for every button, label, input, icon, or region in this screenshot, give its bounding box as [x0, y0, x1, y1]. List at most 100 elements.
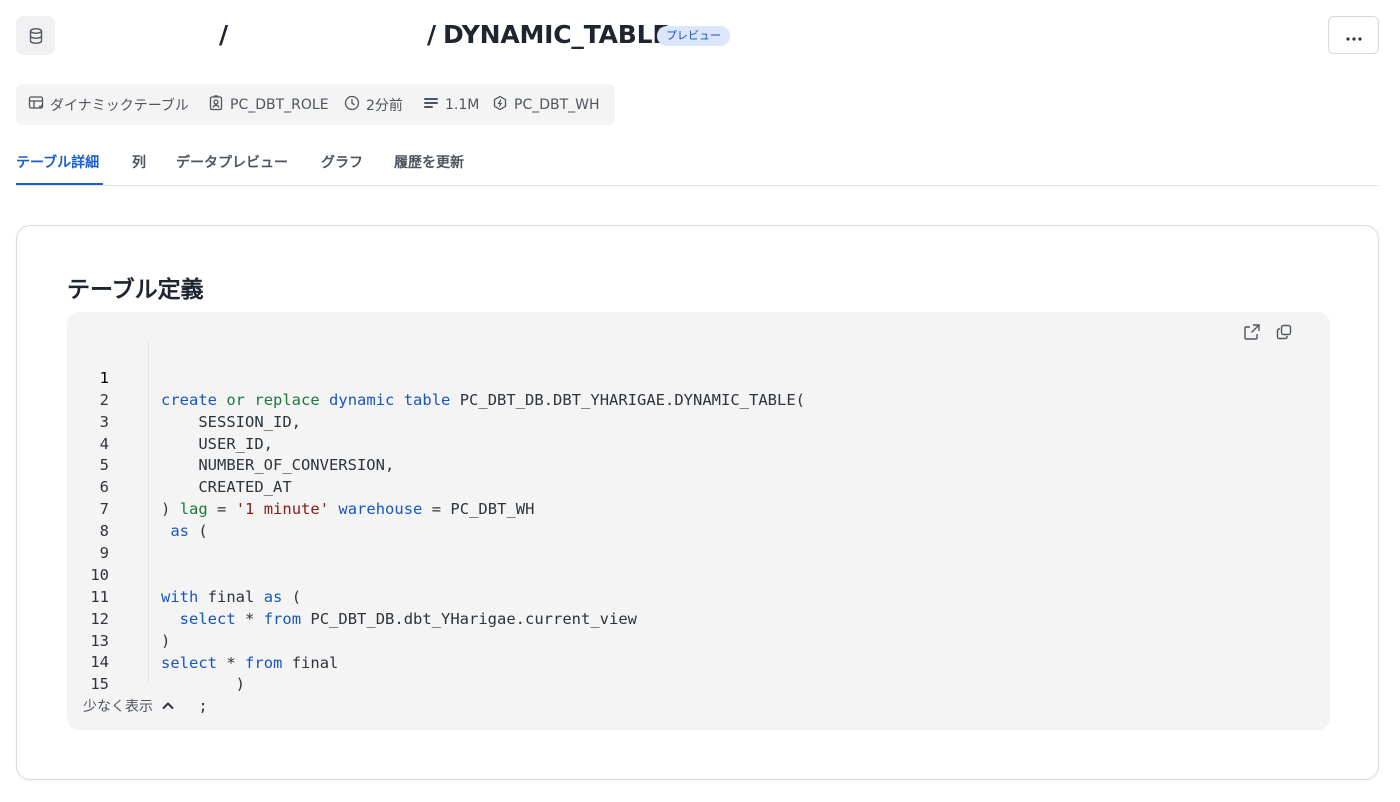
- preview-badge: プレビュー: [657, 26, 730, 46]
- code-line: 3 USER_ID,: [67, 390, 273, 453]
- copy-code-button[interactable]: [1274, 324, 1294, 344]
- code-text: ): [161, 674, 245, 696]
- code-token: PC_DBT_WH: [450, 500, 535, 519]
- code-text: select * from PC_DBT_DB.dbt_YHarigae.cur…: [161, 609, 637, 631]
- code-toolbar: [1242, 324, 1294, 344]
- code-text: select * from final: [161, 653, 338, 675]
- page-title: DYNAMIC_TABLE: [443, 20, 670, 49]
- meta-role: PC_DBT_ROLE: [208, 84, 329, 125]
- meta-role-label: PC_DBT_ROLE: [230, 96, 329, 113]
- table-metadata-bar: ダイナミックテーブル PC_DBT_ROLE 2分前 1.1M PC_DBT_W…: [16, 84, 615, 125]
- meta-warehouse: PC_DBT_WH: [492, 84, 600, 125]
- code-token: PC_DBT_DB.DBT_YHARIGAE.DYNAMIC_TABLE(: [459, 390, 805, 409]
- code-line: 12 ): [67, 587, 170, 650]
- meta-rows-label: 1.1M: [445, 96, 480, 113]
- rows-icon: [423, 95, 439, 115]
- code-token: ): [161, 500, 171, 519]
- code-text: ) lag = '1 minute' warehouse = PC_DBT_WH: [161, 499, 534, 521]
- code-text: with final as (: [161, 587, 301, 609]
- code-line: 6 ) lag = '1 minute' warehouse = PC_DBT_…: [67, 455, 535, 518]
- code-token: dynamic: [329, 390, 395, 409]
- open-external-icon: [1243, 323, 1261, 345]
- code-token: with: [161, 587, 199, 606]
- code-token: from: [263, 609, 302, 628]
- code-token: or: [226, 390, 246, 409]
- meta-updated: 2分前: [344, 84, 403, 125]
- meta-updated-label: 2分前: [366, 97, 403, 114]
- code-token: select: [179, 609, 236, 628]
- code-line: 5 CREATED_AT: [67, 434, 292, 496]
- code-token: CREATED_AT: [198, 478, 292, 497]
- code-token: (: [291, 587, 302, 606]
- section-title: テーブル定義: [67, 277, 204, 303]
- more-horizontal-icon: [1345, 26, 1362, 45]
- code-token: '1 minute': [235, 500, 330, 519]
- show-less-button[interactable]: 少なく表示: [83, 696, 175, 716]
- breadcrumb-separator: /: [219, 20, 229, 49]
- table-definition-card: テーブル定義 1 create or replace dynamic table…: [16, 225, 1379, 780]
- code-token: NUMBER_OF_CONVERSION,: [198, 456, 395, 475]
- code-line: 14 ): [67, 631, 245, 693]
- code-token: final: [291, 653, 339, 672]
- code-line: 11 select * from PC_DBT_DB.dbt_YHarigae.…: [67, 565, 637, 628]
- tab-columns[interactable]: 列: [132, 152, 146, 172]
- tab-data-preview[interactable]: データプレビュー: [176, 152, 288, 172]
- code-token: SESSION_ID,: [198, 412, 301, 431]
- dynamic-table-icon: [28, 95, 44, 115]
- page-header: / / DYNAMIC_TABLE プレビュー: [16, 16, 1379, 56]
- code-token: create: [161, 390, 217, 409]
- tab-table-details[interactable]: テーブル詳細: [16, 152, 99, 172]
- code-token: =: [217, 500, 227, 519]
- show-less-label: 少なく表示: [83, 699, 153, 715]
- line-number: 15: [90, 675, 109, 694]
- gutter-divider: [148, 342, 149, 682]
- code-block[interactable]: 1 create or replace dynamic table PC_DBT…: [67, 346, 805, 715]
- database-icon: [16, 16, 55, 55]
- code-token: as: [170, 522, 190, 541]
- role-badge-icon: [208, 94, 224, 115]
- code-token: ;: [198, 697, 208, 716]
- clock-icon: [344, 95, 360, 115]
- code-text: SESSION_ID,: [161, 412, 301, 434]
- code-token: *: [245, 609, 255, 628]
- code-text: USER_ID,: [161, 434, 273, 456]
- code-token: *: [226, 653, 236, 672]
- tab-refresh-history[interactable]: 履歴を更新: [394, 152, 464, 172]
- code-token: (: [198, 522, 208, 541]
- open-in-worksheet-button[interactable]: [1242, 324, 1262, 344]
- copy-icon: [1276, 324, 1292, 344]
- code-token: warehouse: [338, 500, 423, 519]
- code-line: 10 with final as (: [67, 543, 301, 606]
- detail-tabs: テーブル詳細 列 データプレビュー グラフ 履歴を更新: [16, 140, 1379, 186]
- code-text: as (: [161, 521, 208, 543]
- meta-table-type-label: ダイナミックテーブル: [50, 97, 189, 114]
- meta-table-type: ダイナミックテーブル: [28, 84, 189, 125]
- code-line: 9: [67, 521, 142, 562]
- active-tab-indicator: [16, 183, 103, 185]
- code-line: 8: [67, 499, 142, 540]
- code-panel: 1 create or replace dynamic table PC_DBT…: [67, 312, 1330, 730]
- meta-rows: 1.1M: [423, 84, 479, 125]
- code-token: PC_DBT_DB.dbt_YHarigae.current_view: [310, 609, 637, 628]
- code-line: 1 create or replace dynamic table PC_DBT…: [67, 346, 805, 409]
- code-token: =: [431, 500, 442, 519]
- code-line: 13 select * from final: [67, 609, 338, 672]
- code-token: as: [263, 587, 283, 606]
- code-token: final: [207, 587, 255, 606]
- code-token: replace: [254, 390, 320, 409]
- code-token: ): [161, 631, 171, 650]
- code-line: 4 NUMBER_OF_CONVERSION,: [67, 412, 395, 475]
- code-token: select: [161, 653, 217, 672]
- code-token: lag: [179, 500, 208, 519]
- code-text: create or replace dynamic table PC_DBT_D…: [161, 390, 805, 412]
- code-token: USER_ID,: [198, 434, 273, 453]
- more-options-button[interactable]: [1328, 16, 1379, 54]
- code-text: CREATED_AT: [161, 477, 292, 499]
- breadcrumb-separator: /: [427, 20, 437, 49]
- code-token: table: [403, 390, 451, 409]
- tab-graph[interactable]: グラフ: [321, 152, 363, 172]
- code-line: 2 SESSION_ID,: [67, 368, 301, 431]
- code-token: ): [235, 675, 245, 694]
- code-line: 15 ;: [67, 652, 207, 715]
- code-text: NUMBER_OF_CONVERSION,: [161, 455, 394, 477]
